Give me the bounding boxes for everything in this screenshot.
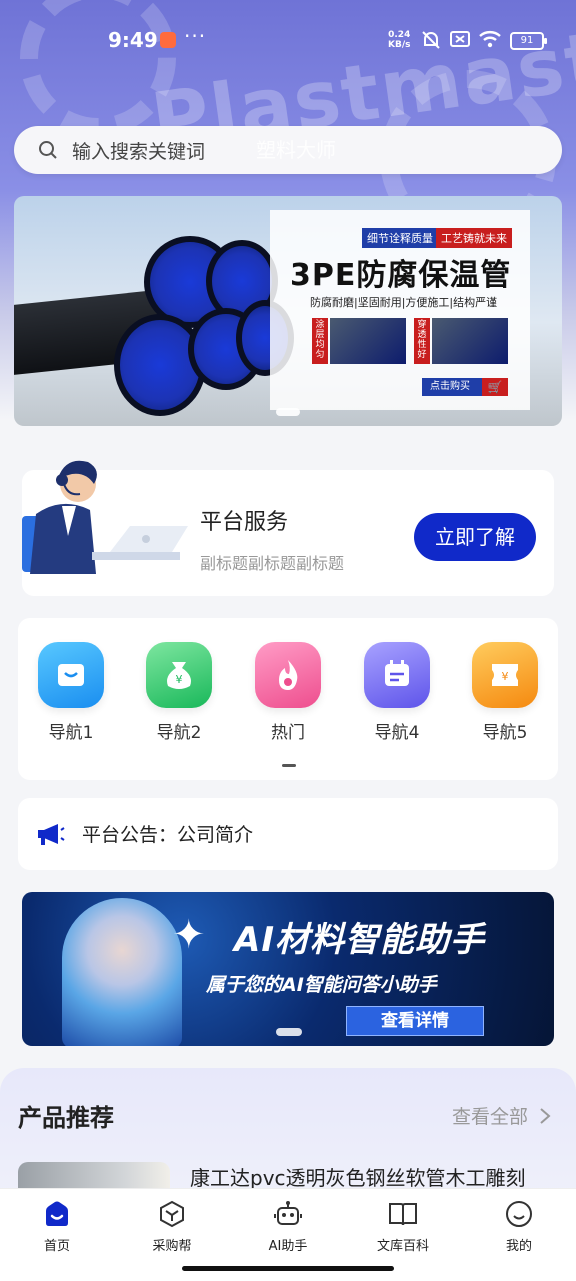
carousel-indicator <box>276 408 300 416</box>
svg-text:¥: ¥ <box>176 673 183 686</box>
nav-item-5[interactable]: ¥ 导航5 <box>460 642 550 743</box>
tab-label: 采购帮 <box>152 1239 192 1254</box>
nav-item-1[interactable]: 导航1 <box>26 642 116 743</box>
coupon-icon: ¥ <box>472 642 538 708</box>
view-details-button[interactable]: 查看详情 <box>346 1006 484 1036</box>
tab-home[interactable]: 首页 <box>12 1197 102 1254</box>
status-bar: 9:49 ··· 0.24 KB/s 91 <box>0 0 576 80</box>
more-notifications-icon: ··· <box>184 24 207 48</box>
ai-banner-title: AI材料智能助手 <box>234 920 485 960</box>
bag-icon <box>38 642 104 708</box>
nav-item-label: 导航2 <box>156 723 202 743</box>
announcement-text: 平台公告：公司简介 <box>82 824 254 846</box>
learn-more-button[interactable]: 立即了解 <box>414 513 536 561</box>
nav-item-label: 导航1 <box>48 723 94 743</box>
nav-item-label: 导航4 <box>374 723 420 743</box>
flame-icon <box>255 642 321 708</box>
book-icon <box>389 1203 417 1226</box>
mute-bell-icon <box>422 31 440 49</box>
network-speed: 0.24 KB/s <box>388 30 410 50</box>
product-thumb <box>330 318 406 364</box>
nav-item-2[interactable]: ¥ 导航2 <box>134 642 224 743</box>
tab-label: 我的 <box>505 1239 532 1254</box>
notification-icon <box>160 32 176 48</box>
battery-indicator: 91 <box>510 32 547 50</box>
wifi-icon <box>479 31 501 48</box>
page-indicator <box>282 764 296 767</box>
view-all-link[interactable]: 查看全部 <box>452 1102 552 1129</box>
robot-icon <box>274 1201 302 1225</box>
nav-item-label: 导航5 <box>482 723 528 743</box>
home-icon <box>46 1201 68 1226</box>
smile-icon <box>506 1201 532 1227</box>
product-thumb <box>432 318 508 364</box>
banner-side-tag: 涂层均匀 <box>312 318 328 364</box>
service-title: 平台服务 <box>200 510 289 535</box>
search-bar[interactable]: 输入搜索关键词 塑料大师 <box>14 126 562 174</box>
ai-avatar-image <box>62 898 182 1046</box>
announcement-bar[interactable]: 平台公告：公司简介 <box>18 798 558 870</box>
banner-tag-right: 工艺铸就未来 <box>436 228 512 248</box>
svg-text:¥: ¥ <box>502 670 509 683</box>
ai-assistant-banner[interactable]: ✦ AI材料智能助手 属于您的AI智能问答小助手 查看详情 <box>22 892 554 1046</box>
no-sim-icon <box>450 31 470 47</box>
speed-unit: KB/s <box>388 40 411 50</box>
cube-icon <box>160 1200 184 1228</box>
speed-value: 0.24 <box>388 30 411 40</box>
tab-label: AI助手 <box>268 1239 308 1254</box>
nav-grid: 导航1 ¥ 导航2 热门 导航4 ¥ 导航5 <box>18 618 558 780</box>
status-time: 9:49 <box>108 28 158 52</box>
tab-label: 首页 <box>43 1239 70 1254</box>
tab-purchase[interactable]: 采购帮 <box>127 1197 217 1254</box>
banner-title: 3PE防腐保温管 <box>290 258 512 293</box>
service-subtitle: 副标题副标题副标题 <box>200 554 345 573</box>
nav-item-label: 热门 <box>271 723 305 743</box>
banner-side-tag: 穿透性好 <box>414 318 430 364</box>
banner-tag-left: 细节诠释质量 <box>362 228 438 248</box>
tab-label: 文库百科 <box>376 1239 429 1254</box>
search-icon <box>39 141 57 159</box>
sparkle-icon: ✦ <box>172 912 206 958</box>
megaphone-icon <box>38 824 65 845</box>
home-indicator[interactable] <box>182 1266 394 1271</box>
brand-watermark: 塑料大师 <box>256 138 336 162</box>
tab-profile[interactable]: 我的 <box>474 1197 564 1254</box>
section-title: 产品推荐 <box>18 1104 114 1132</box>
view-all-label: 查看全部 <box>452 1106 529 1128</box>
calendar-icon <box>364 642 430 708</box>
cart-icon[interactable]: 🛒 <box>482 378 508 396</box>
nav-item-3[interactable]: 热门 <box>243 642 333 743</box>
tab-ai-assistant[interactable]: AI助手 <box>243 1197 333 1254</box>
money-bag-icon: ¥ <box>146 642 212 708</box>
banner-subtitle: 防腐耐磨|坚固耐用|方便施工|结构严谨 <box>310 296 498 309</box>
search-placeholder[interactable]: 输入搜索关键词 <box>72 137 205 164</box>
promo-banner[interactable]: 细节诠释质量 工艺铸就未来 3PE防腐保温管 防腐耐磨|坚固耐用|方便施工|结构… <box>14 196 562 426</box>
ai-banner-subtitle: 属于您的AI智能问答小助手 <box>206 974 437 996</box>
customer-service-illustration <box>22 460 188 574</box>
product-name[interactable]: 康工达pvc透明灰色钢丝软管木工雕刻 <box>190 1162 526 1191</box>
nav-item-4[interactable]: 导航4 <box>352 642 442 743</box>
tab-library[interactable]: 文库百科 <box>358 1197 448 1254</box>
carousel-indicator <box>276 1028 302 1036</box>
chevron-right-icon <box>540 1108 551 1124</box>
